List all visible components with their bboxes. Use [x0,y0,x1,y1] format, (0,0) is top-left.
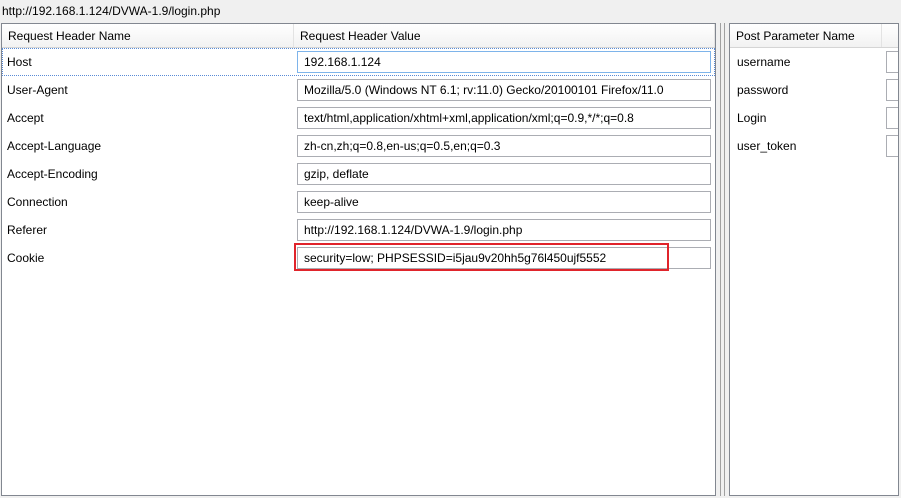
table-row[interactable]: Accept-Language zh-cn,zh;q=0.8,en-us;q=0… [2,132,715,160]
table-row[interactable]: Host 192.168.1.124 [2,48,715,76]
header-name-cell: Cookie [7,251,45,265]
header-name-cell: Host [7,55,32,69]
column-header-post-name[interactable]: Post Parameter Name [730,24,882,47]
table-row[interactable]: user_token [730,132,898,160]
splitter-grip-line [724,23,725,496]
table-row[interactable]: Login [730,104,898,132]
header-value-field[interactable]: 192.168.1.124 [297,51,711,73]
table-row[interactable]: Cookie security=low; PHPSESSID=i5jau9v20… [2,244,715,272]
cookie-value-field[interactable]: security=low; PHPSESSID=i5jau9v20hh5g76l… [297,247,711,269]
post-param-name: password [737,83,789,97]
post-value-field[interactable] [886,135,898,157]
header-name-cell: User-Agent [7,83,68,97]
post-value-field[interactable] [886,107,898,129]
request-headers-table: Request Header Name Request Header Value… [1,23,716,496]
table-row[interactable]: password [730,76,898,104]
header-name-cell: Referer [7,223,48,237]
post-table-header: Post Parameter Name [730,24,898,48]
url-label: http://192.168.1.124/DVWA-1.9/login.php [0,0,901,22]
header-value-field[interactable]: gzip, deflate [297,163,711,185]
header-value-field[interactable]: http://192.168.1.124/DVWA-1.9/login.php [297,219,711,241]
header-value-field[interactable]: keep-alive [297,191,711,213]
panel-splitter[interactable] [717,23,728,496]
splitter-grip-line [720,23,721,496]
post-parameters-table: Post Parameter Name username password Lo… [729,23,899,496]
header-name-cell: Accept-Encoding [7,167,98,181]
header-name-cell: Accept-Language [7,139,102,153]
header-name-cell: Connection [7,195,68,209]
table-row[interactable]: Connection keep-alive [2,188,715,216]
post-param-name: username [737,55,791,69]
post-value-field[interactable] [886,51,898,73]
column-header-name[interactable]: Request Header Name [2,24,294,47]
table-row[interactable]: User-Agent Mozilla/5.0 (Windows NT 6.1; … [2,76,715,104]
post-param-name: Login [737,111,767,125]
post-value-field[interactable] [886,79,898,101]
header-name-cell: Accept [7,111,44,125]
table-row[interactable]: Accept-Encoding gzip, deflate [2,160,715,188]
table-row[interactable]: username [730,48,898,76]
table-row[interactable]: Referer http://192.168.1.124/DVWA-1.9/lo… [2,216,715,244]
headers-table-header: Request Header Name Request Header Value [2,24,715,48]
header-value-field[interactable]: zh-cn,zh;q=0.8,en-us;q=0.5,en;q=0.3 [297,135,711,157]
header-value-field[interactable]: text/html,application/xhtml+xml,applicat… [297,107,711,129]
post-param-name: user_token [737,139,797,153]
table-row[interactable]: Accept text/html,application/xhtml+xml,a… [2,104,715,132]
header-value-field[interactable]: Mozilla/5.0 (Windows NT 6.1; rv:11.0) Ge… [297,79,711,101]
column-header-value[interactable]: Request Header Value [294,24,715,47]
